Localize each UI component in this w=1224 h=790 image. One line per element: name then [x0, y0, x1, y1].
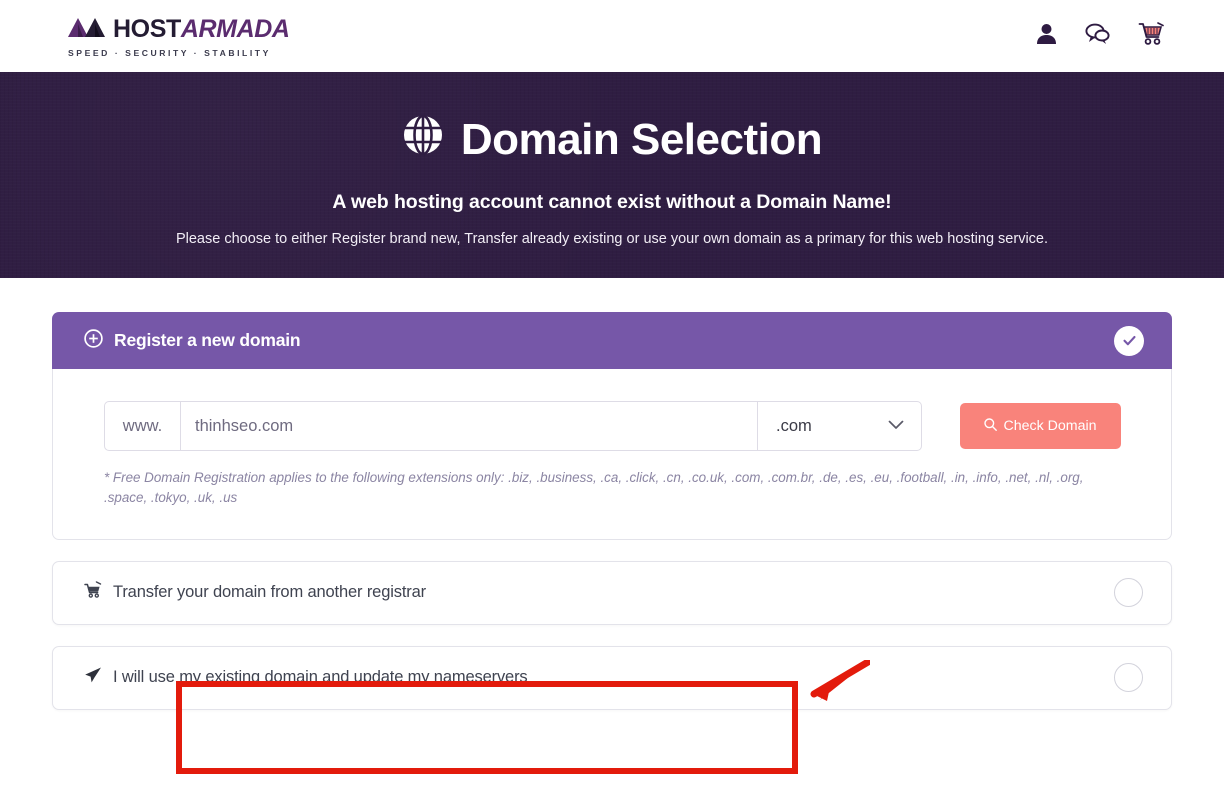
- check-circle-icon[interactable]: [1114, 325, 1144, 356]
- register-domain-title: Register a new domain: [114, 330, 301, 350]
- plus-circle-icon: [84, 328, 103, 353]
- hero-subtitle: A web hosting account cannot exist witho…: [332, 191, 892, 214]
- domain-name-input[interactable]: [180, 401, 758, 451]
- option-existing-label: I will use my existing domain and update…: [113, 668, 528, 687]
- hero-banner: Domain Selection A web hosting account c…: [0, 72, 1224, 278]
- user-account-icon[interactable]: [1036, 23, 1057, 50]
- logo-tagline: SPEED · SECURITY · STABILITY: [68, 47, 271, 58]
- header-icon-group: [1036, 21, 1164, 51]
- logo-host-text: HOST: [113, 14, 181, 43]
- www-prefix-label: www.: [104, 401, 180, 451]
- check-domain-button[interactable]: Check Domain: [960, 403, 1121, 449]
- option-transfer-radio[interactable]: [1114, 578, 1143, 608]
- globe-icon: [402, 114, 444, 165]
- domain-search-row: www. .com: [53, 401, 1171, 451]
- register-domain-header[interactable]: Register a new domain: [52, 312, 1172, 369]
- register-domain-body: www. .com: [52, 369, 1172, 540]
- logo-armada-text: ARMADA: [180, 14, 290, 43]
- mountain-logo-icon: [66, 15, 108, 44]
- option-existing-domain[interactable]: I will use my existing domain and update…: [52, 645, 1172, 710]
- check-domain-button-label: Check Domain: [1003, 418, 1097, 434]
- option-transfer-label: Transfer your domain from another regist…: [113, 583, 426, 602]
- hero-description: Please choose to either Register brand n…: [175, 231, 1049, 248]
- main-content: Register a new domain www. .com: [0, 278, 1224, 774]
- option-transfer-domain[interactable]: Transfer your domain from another regist…: [52, 560, 1172, 625]
- tld-select[interactable]: .com: [758, 401, 922, 451]
- page-title-text: Domain Selection: [460, 114, 823, 164]
- tld-selected-value: .com: [776, 416, 812, 435]
- search-icon: [984, 417, 998, 435]
- hostarmada-logo[interactable]: HOSTARMADA SPEED · SECURITY · STABILITY: [66, 15, 290, 58]
- transfer-cart-icon: [84, 581, 102, 604]
- free-domain-note: * Free Domain Registration applies to th…: [104, 470, 1084, 506]
- chevron-down-icon: [888, 417, 904, 435]
- register-domain-card: Register a new domain www. .com: [52, 312, 1172, 540]
- site-header: HOSTARMADA SPEED · SECURITY · STABILITY: [0, 0, 1224, 72]
- logo-wordmark: HOSTARMADA: [113, 14, 290, 43]
- shopping-cart-icon[interactable]: [1138, 21, 1164, 51]
- chat-support-icon[interactable]: [1085, 23, 1110, 50]
- page-title: Domain Selection: [0, 114, 1224, 165]
- paper-plane-icon: [84, 666, 102, 689]
- domain-input-group: www. .com: [104, 401, 922, 451]
- option-existing-radio[interactable]: [1114, 663, 1143, 693]
